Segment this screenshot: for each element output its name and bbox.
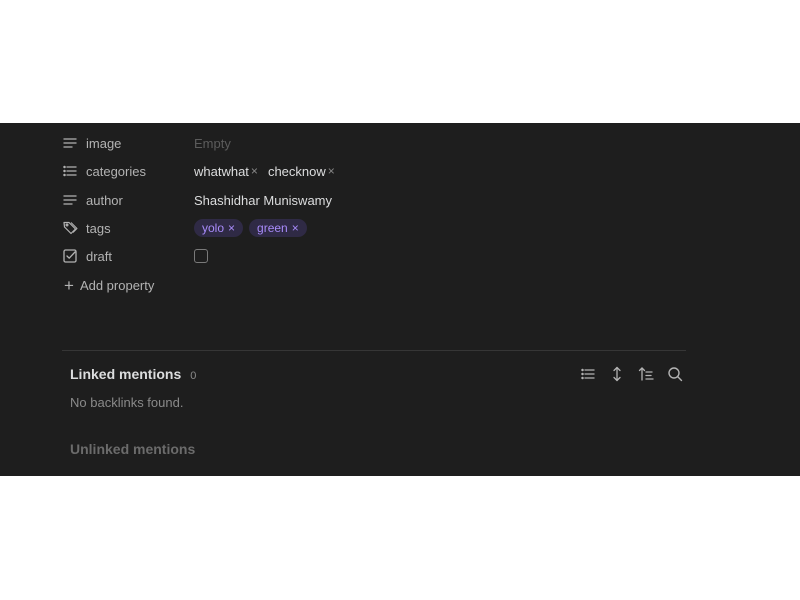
property-value-categories[interactable]: whatwhat × checknow ×	[194, 164, 339, 179]
property-key[interactable]: author	[86, 193, 123, 208]
tag-label: yolo	[202, 221, 225, 235]
property-row-image: image Empty	[62, 130, 662, 156]
author-value[interactable]: Shashidhar Muniswamy	[194, 193, 332, 208]
property-key[interactable]: categories	[86, 164, 146, 179]
add-property-button[interactable]: + Add property	[64, 277, 154, 294]
plus-icon: +	[64, 276, 74, 295]
property-value-image[interactable]: Empty	[194, 136, 231, 151]
property-value-tags[interactable]: yolo × green ×	[194, 219, 307, 237]
text-lines-icon	[62, 192, 78, 208]
tag-pill[interactable]: yolo ×	[194, 219, 244, 237]
no-backlinks-message: No backlinks found.	[70, 395, 184, 410]
backlinks-toolbar	[578, 364, 684, 383]
tag-pill[interactable]: green ×	[249, 219, 307, 237]
expand-vertical-icon[interactable]	[607, 364, 626, 383]
draft-checkbox[interactable]	[194, 249, 208, 263]
tag-label: green	[257, 221, 288, 235]
category-chip[interactable]: whatwhat ×	[194, 164, 258, 179]
add-property-label: Add property	[79, 278, 155, 293]
linked-mentions-count: 0	[190, 370, 197, 382]
property-key[interactable]: image	[86, 136, 121, 151]
section-divider	[62, 350, 686, 351]
property-row-tags: tags yolo × green ×	[62, 215, 662, 241]
empty-placeholder[interactable]: Empty	[194, 136, 231, 151]
property-row-categories: categories whatwhat × checknow ×	[62, 158, 662, 184]
text-lines-icon	[62, 135, 78, 151]
search-icon[interactable]	[665, 364, 684, 383]
unlinked-mentions-header[interactable]: Unlinked mentions	[70, 441, 195, 457]
property-row-draft: draft	[62, 243, 662, 269]
list-view-icon[interactable]	[578, 364, 597, 383]
list-icon	[62, 163, 78, 179]
properties-and-backlinks-panel: image Empty categories whatwhat × checkn…	[0, 123, 800, 476]
chip-label: whatwhat	[194, 163, 249, 179]
property-key[interactable]: draft	[86, 249, 112, 264]
linked-mentions-title: Linked mentions	[70, 366, 182, 382]
category-chip[interactable]: checknow ×	[268, 164, 335, 179]
tags-icon	[62, 220, 78, 236]
property-value-draft[interactable]	[194, 249, 208, 263]
remove-chip-icon[interactable]: ×	[251, 164, 258, 178]
property-row-author: author Shashidhar Muniswamy	[62, 187, 662, 213]
remove-chip-icon[interactable]: ×	[328, 164, 335, 178]
sort-icon[interactable]	[636, 364, 655, 383]
remove-tag-icon[interactable]: ×	[292, 221, 299, 235]
property-value-author[interactable]: Shashidhar Muniswamy	[194, 193, 332, 208]
remove-tag-icon[interactable]: ×	[228, 221, 235, 235]
linked-mentions-header[interactable]: Linked mentions 0	[70, 366, 196, 382]
chip-label: checknow	[267, 163, 326, 179]
property-key[interactable]: tags	[86, 221, 111, 236]
checkbox-icon	[62, 248, 78, 264]
